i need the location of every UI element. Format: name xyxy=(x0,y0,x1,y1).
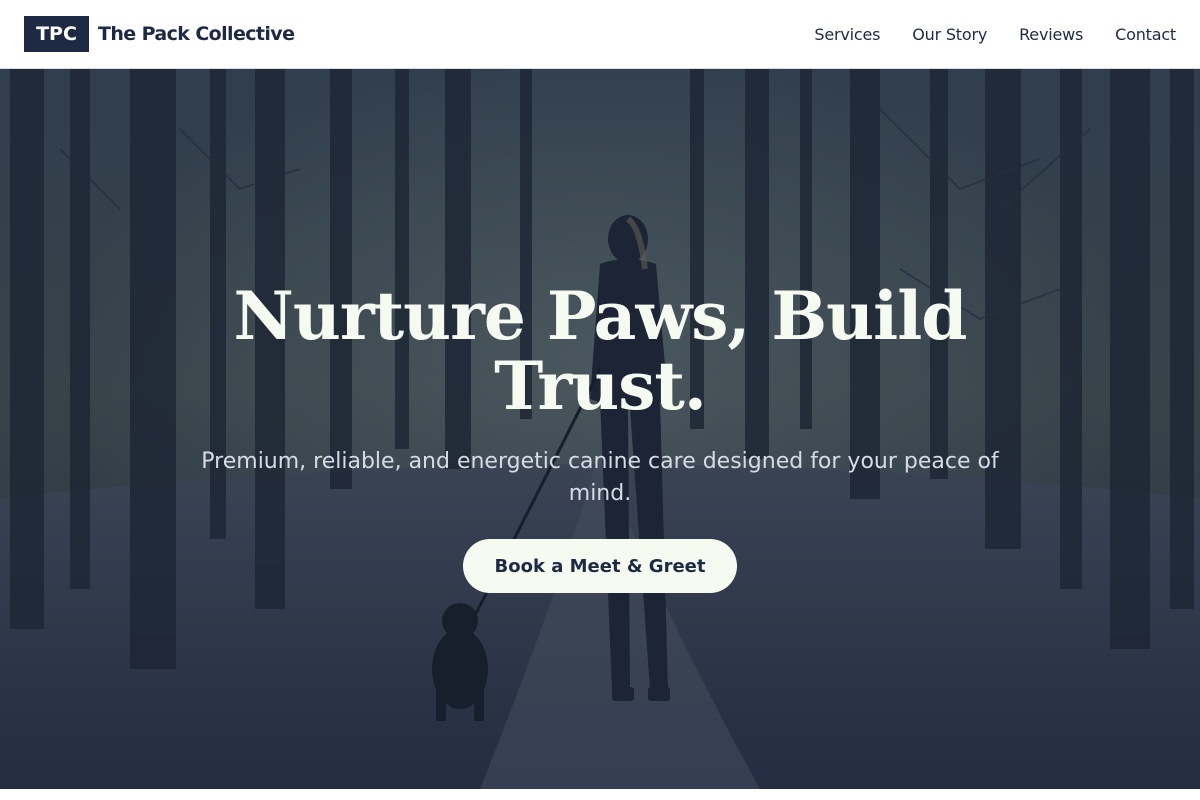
logo-badge: TPC xyxy=(24,16,89,52)
nav-link-contact[interactable]: Contact xyxy=(1115,25,1176,44)
hero-subtitle: Premium, reliable, and energetic canine … xyxy=(201,449,999,506)
nav-link-reviews[interactable]: Reviews xyxy=(1019,25,1083,44)
brand-home-link[interactable]: TPC The Pack Collective xyxy=(24,16,295,52)
main-nav: Services Our Story Reviews Contact xyxy=(814,25,1176,44)
hero-section: Nurture Paws, Build Trust. Premium, reli… xyxy=(0,69,1200,789)
page-bottom-edge xyxy=(0,789,1200,800)
brand-name: The Pack Collective xyxy=(98,23,295,45)
book-meet-greet-button[interactable]: Book a Meet & Greet xyxy=(463,539,737,593)
hero-content: Nurture Paws, Build Trust. Premium, reli… xyxy=(0,69,1200,789)
nav-link-services[interactable]: Services xyxy=(814,25,880,44)
nav-link-our-story[interactable]: Our Story xyxy=(912,25,987,44)
hero-title: Nurture Paws, Build Trust. xyxy=(233,277,968,425)
site-header: TPC The Pack Collective Services Our Sto… xyxy=(0,0,1200,69)
